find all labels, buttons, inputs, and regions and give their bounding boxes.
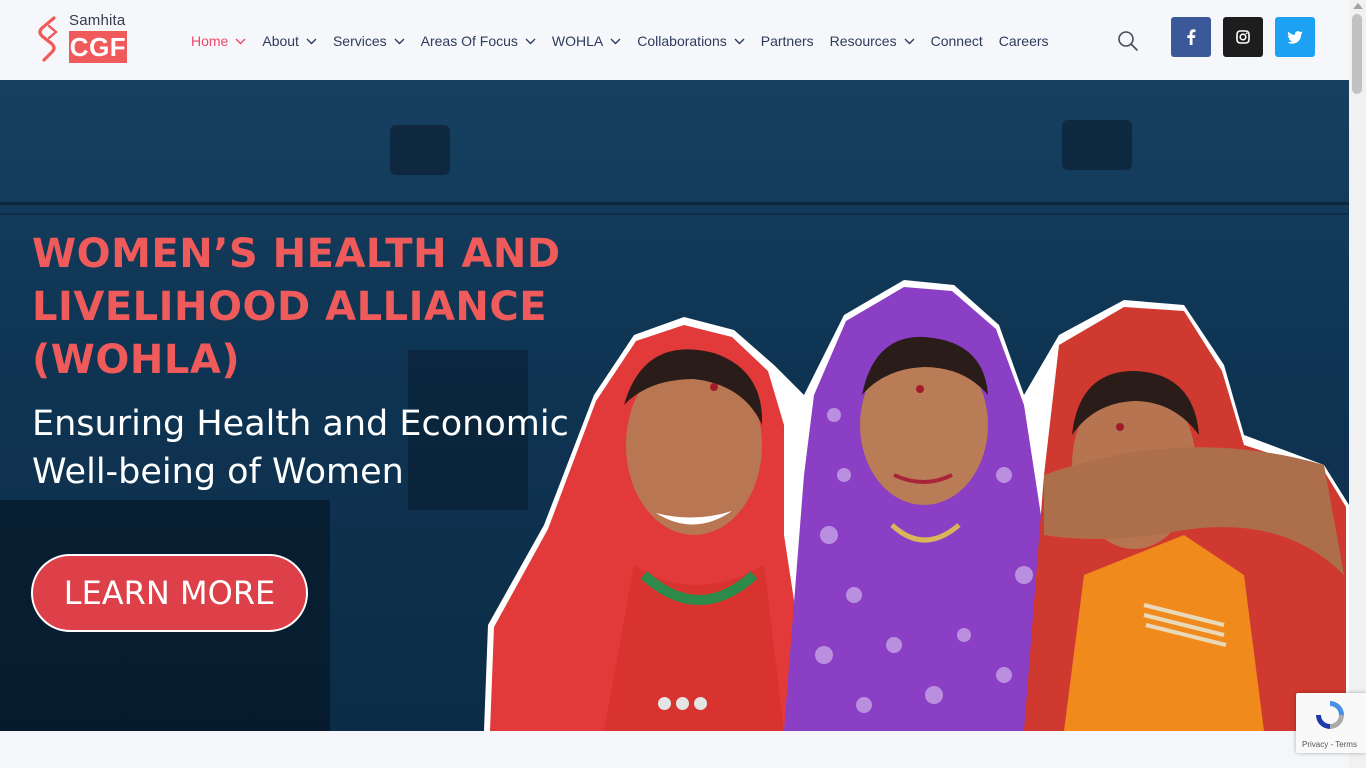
chevron-down-icon	[394, 38, 405, 44]
recaptcha-links[interactable]: Privacy - Terms	[1302, 740, 1357, 749]
logo-top-text: Samhita	[69, 12, 126, 29]
nav-item-wohla[interactable]: WOHLA	[552, 31, 621, 51]
background-niche	[390, 125, 450, 175]
chevron-down-icon	[525, 38, 536, 44]
facebook-button[interactable]	[1171, 17, 1211, 57]
nav-item-label: Connect	[930, 33, 983, 49]
scrollbar-thumb[interactable]	[1352, 14, 1362, 94]
nav-item-about[interactable]: About	[262, 31, 317, 51]
hero-slider: WOMEN’S HEALTH AND LIVELIHOOD ALLIANCE (…	[0, 80, 1349, 731]
samhita-cgf-logo[interactable]: Samhita CGF	[36, 12, 128, 66]
nav-item-services[interactable]: Services	[333, 31, 405, 51]
learn-more-button[interactable]: LEARN MORE	[31, 554, 308, 632]
nav-item-label: Partners	[760, 33, 814, 49]
scroll-up-icon[interactable]	[1353, 3, 1363, 9]
hero-women-photo	[484, 280, 1349, 731]
twitter-button[interactable]	[1275, 17, 1315, 57]
wall-ledge	[0, 202, 1349, 205]
chevron-down-icon	[734, 38, 745, 44]
recaptcha-badge[interactable]: Privacy - Terms	[1296, 693, 1366, 753]
main-nav: Home About Services Areas Of Focus WOHLA Coll…	[191, 31, 1065, 51]
instagram-button[interactable]	[1223, 17, 1263, 57]
chevron-down-icon	[610, 38, 621, 44]
facebook-icon	[1187, 29, 1196, 45]
nav-item-label: Services	[332, 33, 387, 49]
chevron-down-icon	[904, 38, 915, 44]
nav-item-partners[interactable]: Partners	[761, 31, 814, 51]
nav-item-home[interactable]: Home	[191, 31, 246, 51]
recaptcha-icon	[1316, 701, 1344, 729]
nav-item-label: About	[262, 33, 299, 49]
slider-dot[interactable]	[694, 697, 707, 710]
instagram-icon	[1236, 30, 1250, 44]
nav-item-label: Areas Of Focus	[420, 33, 518, 49]
nav-item-careers[interactable]: Careers	[999, 31, 1049, 51]
slider-dot[interactable]	[676, 697, 689, 710]
nav-item-areas-of-focus[interactable]: Areas Of Focus	[421, 31, 536, 51]
nav-item-label: Resources	[829, 33, 897, 49]
chevron-down-icon	[235, 38, 246, 44]
page-scrollbar[interactable]	[1349, 0, 1366, 768]
nav-item-label: Collaborations	[637, 33, 727, 49]
slider-dots	[658, 697, 712, 710]
slider-dot[interactable]	[658, 697, 671, 710]
site-header: Samhita CGF Home About Services Areas Of Fo…	[0, 0, 1349, 80]
background-niche	[1062, 120, 1132, 170]
wall-ledge	[0, 213, 1349, 215]
logo-mark-icon	[38, 16, 58, 62]
nav-item-label: Careers	[998, 33, 1049, 49]
nav-item-collaborations[interactable]: Collaborations	[637, 31, 745, 51]
nav-item-label: Home	[191, 33, 229, 49]
nav-item-resources[interactable]: Resources	[830, 31, 915, 51]
nav-item-label: WOHLA	[551, 33, 604, 49]
nav-item-connect[interactable]: Connect	[931, 31, 983, 51]
logo-box-text: CGF	[69, 31, 127, 63]
chevron-down-icon	[306, 38, 317, 44]
search-icon[interactable]	[1117, 30, 1139, 52]
twitter-icon	[1287, 30, 1303, 44]
